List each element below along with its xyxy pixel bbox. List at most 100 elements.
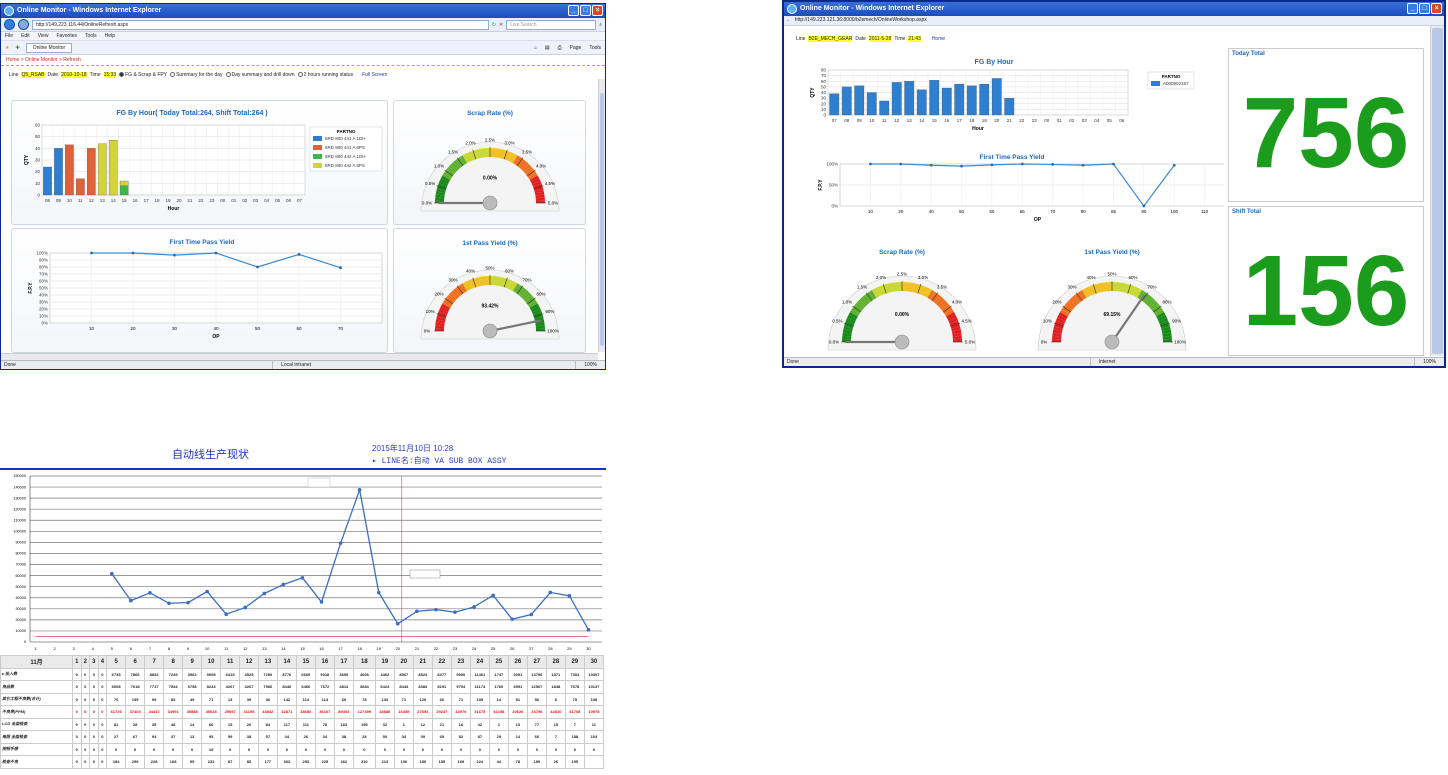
table-cell: 16 <box>450 717 471 731</box>
zoom-level[interactable]: 100% <box>575 361 605 369</box>
y-tick-label: 70 <box>821 73 827 78</box>
gauge-tick-label: 80% <box>1163 300 1172 305</box>
line-value[interactable]: B2E_MECH_GEAR <box>808 36 853 42</box>
page-icon: ▫ <box>787 17 789 24</box>
production-table: 11月 1 2 3 4 5 6 7 8 9 10 11 12 13 14 15 16 17 18 19 20 21 22 23… <box>0 655 605 769</box>
table-cell: 0 <box>80 705 91 719</box>
radio-fg-scrap-fpy[interactable]: FG & Scrap & FPY <box>119 72 167 78</box>
full-screen-link[interactable]: Full Screen <box>362 72 387 78</box>
table-cell: 7866 <box>125 667 146 681</box>
x-tick-label: 13 <box>907 118 913 123</box>
table-cell: 0 <box>97 730 108 744</box>
x-tick-label: 8 <box>168 646 171 651</box>
radio-2h-status[interactable]: 2 hours running status <box>297 72 353 78</box>
data-point <box>297 253 301 256</box>
table-cell: 44686 <box>374 705 395 719</box>
table-cell: 27 <box>106 730 127 744</box>
table-cell: 34991 <box>163 705 184 719</box>
gauge-tick-label: 0.0% <box>829 340 839 345</box>
stop-icon[interactable]: ✕ <box>499 22 503 28</box>
gauge-tick-label: 5.0% <box>965 340 975 345</box>
x-tick-label: 03 <box>1082 118 1088 123</box>
search-icon[interactable]: ⌕ <box>599 22 602 28</box>
minimize-button[interactable]: _ <box>568 5 579 16</box>
date-value[interactable]: 2011-5-28 <box>868 36 892 42</box>
url-input[interactable]: http://149.223.116.44/OnlineRefresh.aspx <box>32 19 489 30</box>
horizontal-scrollbar[interactable] <box>1 353 598 360</box>
table-cell: 95 <box>182 755 203 769</box>
zoom-level[interactable]: 100% <box>1414 358 1444 366</box>
vertical-scrollbar[interactable] <box>1430 26 1444 356</box>
bar <box>954 83 965 116</box>
table-cell: 7618 <box>125 680 146 694</box>
table-cell: 85 <box>239 755 259 769</box>
maximize-button[interactable]: □ <box>580 5 591 16</box>
pass-yield-panel: 1st Pass Yield (%) 0% 10% 20% 30% 40% 50% 60% 70… <box>1012 244 1212 356</box>
date-value[interactable]: 2010-10-18 <box>61 72 87 78</box>
radio-day-drilldown[interactable]: Day summary and drill down <box>225 72 295 78</box>
home-link[interactable]: Home <box>932 36 945 42</box>
y-tick-label: 10 <box>35 181 41 186</box>
table-cell: 9704 <box>450 680 471 694</box>
table-cell: 303 <box>276 755 297 769</box>
y-tick-label: 70000 <box>15 563 26 567</box>
menu-help[interactable]: Help <box>105 33 115 39</box>
scrollbar-thumb[interactable] <box>1432 28 1443 354</box>
legend-swatch <box>313 136 322 141</box>
table-cell: 195 <box>564 755 585 769</box>
page-menu[interactable]: Page <box>570 45 582 51</box>
data-point <box>510 617 514 621</box>
x-tick-label: 4 <box>92 646 95 651</box>
data-point <box>110 571 114 576</box>
search-input[interactable]: Live Search <box>506 19 597 30</box>
zone-text: Local intranet <box>272 361 319 369</box>
menu-tools[interactable]: Tools <box>85 33 97 39</box>
tools-menu[interactable]: Tools <box>589 45 601 51</box>
table-cell: 195 <box>125 692 146 706</box>
breadcrumb[interactable]: Home > Online Monitor > Refresh <box>1 55 605 66</box>
bar <box>904 81 915 116</box>
legend-swatch <box>1151 81 1160 86</box>
vertical-scrollbar[interactable] <box>598 79 605 352</box>
y-tick-label: 120000 <box>13 507 26 511</box>
close-button[interactable]: × <box>592 5 603 16</box>
browser-tab[interactable]: Online Monitor <box>25 42 73 53</box>
menu-view[interactable]: View <box>38 33 49 39</box>
add-favorite-icon[interactable]: ✚ <box>15 45 19 51</box>
table-cell: 0 <box>72 692 82 706</box>
line-value[interactable]: Q5_RSAB <box>21 72 45 78</box>
gauge-tick-label: 0.0% <box>422 201 432 206</box>
scrollbar-thumb[interactable] <box>600 93 604 346</box>
maximize-button[interactable]: □ <box>1419 3 1430 14</box>
radio-summary-day[interactable]: Summary for the day <box>170 72 223 78</box>
gauge-tick-label: 4.5% <box>962 318 972 323</box>
table-cell: 7 <box>564 717 585 731</box>
table-cell: 0 <box>97 705 108 719</box>
bar <box>76 178 85 196</box>
url-text[interactable]: http://149.223.121.36:8000/b2emech/Onlin… <box>792 16 1441 26</box>
table-cell: 0 <box>393 742 414 756</box>
x-tick-label: 15 <box>122 198 128 203</box>
menu-favorites[interactable]: Favorites <box>56 33 77 39</box>
shift-total-value: 156 <box>1242 235 1410 347</box>
forward-button[interactable] <box>18 19 29 30</box>
print-icon[interactable]: ⎙ <box>558 45 562 51</box>
minimize-button[interactable]: _ <box>1407 3 1418 14</box>
day-header: 13 <box>257 655 278 669</box>
feeds-icon[interactable]: ▤ <box>545 45 550 51</box>
gauge-hub <box>894 334 910 350</box>
menu-edit[interactable]: Edit <box>21 33 30 39</box>
home-icon[interactable]: ⌂ <box>534 45 537 51</box>
menu-file[interactable]: File <box>5 33 13 39</box>
back-button[interactable] <box>4 19 15 30</box>
close-button[interactable]: × <box>1431 3 1442 14</box>
refresh-icon[interactable]: ↻ <box>492 22 496 28</box>
table-cell: 50 <box>374 730 395 744</box>
x-tick-label: 17 <box>144 198 150 203</box>
favorites-star-icon[interactable]: ★ <box>5 45 9 51</box>
table-cell: 42158 <box>488 705 509 719</box>
table-cell: 44810 <box>545 705 566 719</box>
table-cell: 83 <box>163 692 184 706</box>
y-tick-label: 10 <box>821 107 827 112</box>
table-cell: 39 <box>239 692 259 706</box>
